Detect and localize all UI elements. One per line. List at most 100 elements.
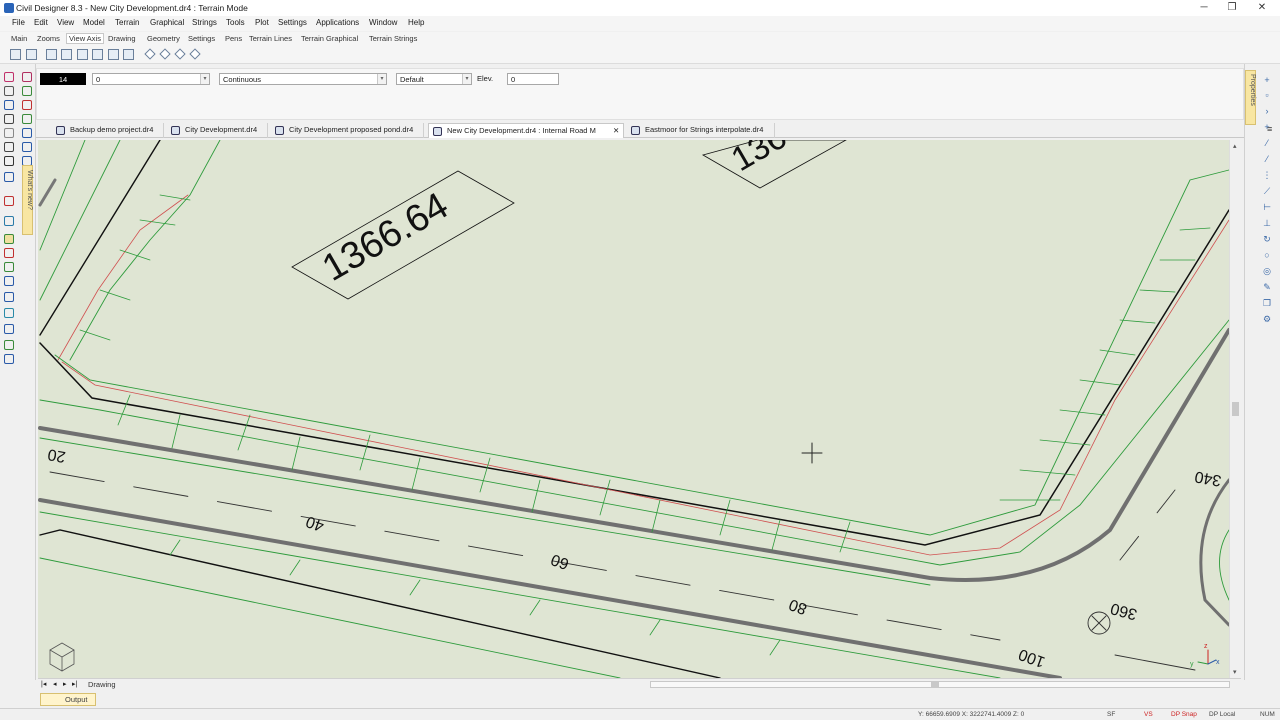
menu-tools[interactable]: Tools — [226, 18, 245, 27]
whats-new-tab[interactable]: What's new? — [22, 165, 33, 235]
select-tool-icon[interactable] — [22, 72, 32, 82]
table-icon[interactable] — [4, 324, 14, 334]
ribbon-tab-drawing[interactable]: Drawing — [106, 34, 138, 43]
vertical-scroll-thumb[interactable] — [1232, 402, 1239, 416]
ribbon-tab-zooms[interactable]: Zooms — [35, 34, 62, 43]
iso-view-3-icon[interactable] — [174, 48, 186, 60]
first-sheet-icon[interactable]: |◂ — [41, 680, 46, 688]
iso-view-4-icon[interactable] — [189, 48, 201, 60]
next-sheet-icon[interactable]: ▸ — [63, 680, 67, 688]
ribbon-tab-settings[interactable]: Settings — [186, 34, 217, 43]
edit-icon[interactable] — [4, 340, 14, 350]
restore-button[interactable]: ❐ — [1220, 1, 1244, 15]
blocks-icon[interactable] — [22, 128, 32, 138]
scroll-down-icon[interactable]: ▾ — [1233, 668, 1237, 676]
dimension-icon[interactable] — [22, 142, 32, 152]
view-top-icon[interactable] — [108, 49, 119, 60]
scroll-up-icon[interactable]: ▴ — [1233, 142, 1237, 150]
view-left-icon[interactable] — [77, 49, 88, 60]
menu-settings[interactable]: Settings — [278, 18, 307, 27]
pointer-icon[interactable] — [4, 86, 14, 96]
surface-icon[interactable] — [4, 216, 14, 226]
ribbon-tab-terrain-lines[interactable]: Terrain Lines — [247, 34, 294, 43]
minimize-button[interactable]: ─ — [1192, 1, 1216, 15]
volume-icon[interactable] — [4, 276, 14, 286]
pencil-icon[interactable]: ✎ — [1262, 282, 1272, 292]
elev-field[interactable]: 0 — [507, 73, 559, 85]
view-axis-plan-icon[interactable] — [10, 49, 21, 60]
linetype-select[interactable]: Continuous ▾ — [219, 73, 387, 85]
contour-icon[interactable] — [4, 248, 14, 258]
view-back-icon[interactable] — [61, 49, 72, 60]
tab-eastmoor[interactable]: Eastmoor for Strings interpolate.dr4 — [627, 123, 775, 138]
layers-icon[interactable] — [4, 128, 14, 138]
model-icon[interactable] — [4, 234, 14, 244]
polyline-icon[interactable]: ⁄ — [1262, 154, 1272, 164]
menu-strings[interactable]: Strings — [192, 18, 217, 27]
menu-help[interactable]: Help — [408, 18, 424, 27]
plus-icon[interactable]: + — [1262, 75, 1272, 85]
pen-tool-icon[interactable] — [4, 72, 14, 82]
measure-icon[interactable] — [4, 114, 14, 124]
iso-view-2-icon[interactable] — [159, 48, 171, 60]
status-sf[interactable]: SF — [1107, 711, 1115, 718]
output-tab[interactable]: Output — [40, 693, 96, 706]
extend-icon[interactable]: ⊢ — [1262, 202, 1272, 212]
pen-number-field[interactable]: 14 — [40, 73, 86, 85]
plot-icon[interactable] — [4, 354, 14, 364]
status-dp-snap[interactable]: DP Snap — [1171, 711, 1197, 718]
string-icon[interactable] — [4, 196, 14, 206]
view-right-icon[interactable] — [92, 49, 103, 60]
drawing-canvas[interactable]: 1366.64 136 20 40 60 80 100 340 360 z y … — [38, 140, 1241, 678]
hatch-icon[interactable] — [4, 142, 14, 152]
vertical-scrollbar[interactable]: ▴ ▾ — [1229, 140, 1241, 678]
status-vs[interactable]: VS — [1144, 711, 1153, 718]
section-icon[interactable] — [4, 292, 14, 302]
status-dp-local[interactable]: DP Local — [1209, 711, 1235, 718]
arrow-right-icon[interactable]: › — [1262, 106, 1272, 116]
trim-icon[interactable]: ⟋ — [1262, 186, 1272, 196]
ribbon-tab-terrain-graphical[interactable]: Terrain Graphical — [299, 34, 360, 43]
line-icon[interactable]: ⁄ — [1262, 138, 1272, 148]
tab-backup-demo[interactable]: Backup demo project.dr4 — [52, 123, 164, 138]
tee-icon[interactable]: ⊥ — [1262, 218, 1272, 228]
profile-icon[interactable] — [4, 308, 14, 318]
settings-icon[interactable]: ⚙ — [1262, 314, 1272, 324]
ribbon-tab-geometry[interactable]: Geometry — [145, 34, 182, 43]
menu-file[interactable]: File — [12, 18, 25, 27]
horizontal-scroll-thumb[interactable] — [931, 682, 939, 687]
view-front-icon[interactable] — [46, 49, 57, 60]
menu-terrain[interactable]: Terrain — [115, 18, 139, 27]
text-tool-icon[interactable] — [4, 100, 14, 110]
terrain-icon[interactable] — [22, 86, 32, 96]
er-icon[interactable] — [4, 156, 14, 166]
properties-tab[interactable]: Properties — [1245, 70, 1256, 125]
chevron-down-icon[interactable]: ▾ — [377, 74, 386, 84]
report-icon[interactable] — [4, 172, 14, 182]
tab-city-development[interactable]: City Development.dr4 — [167, 123, 268, 138]
ribbon-tab-main[interactable]: Main — [9, 34, 29, 43]
window-icon[interactable]: ▫ — [1262, 90, 1272, 100]
slope-icon[interactable] — [4, 262, 14, 272]
close-button[interactable]: ✕ — [1250, 1, 1274, 15]
ribbon-tab-pens[interactable]: Pens — [223, 34, 244, 43]
tab-city-development-pond[interactable]: City Development proposed pond.dr4 — [271, 123, 424, 138]
layer-select[interactable]: 0 ▾ — [92, 73, 210, 85]
rotate-icon[interactable]: ↻ — [1262, 234, 1272, 244]
menu-model[interactable]: Model — [83, 18, 105, 27]
sheet-tab-drawing[interactable]: Drawing — [88, 680, 116, 689]
triangle-icon[interactable] — [22, 100, 32, 110]
menu-window[interactable]: Window — [369, 18, 397, 27]
grid-icon[interactable] — [22, 114, 32, 124]
last-sheet-icon[interactable]: ▸| — [72, 680, 77, 688]
ribbon-tab-view-axis[interactable]: View Axis — [66, 33, 104, 44]
style-select[interactable]: Default ▾ — [396, 73, 472, 85]
view-bottom-icon[interactable] — [123, 49, 134, 60]
prev-sheet-icon[interactable]: ◂ — [53, 680, 57, 688]
menu-graphical[interactable]: Graphical — [150, 18, 184, 27]
grid-dots-icon[interactable]: ⋮ — [1262, 170, 1272, 180]
chevron-down-icon[interactable]: ▾ — [462, 74, 471, 84]
horizontal-scrollbar[interactable] — [650, 681, 1230, 688]
tab-new-city-development[interactable]: New City Development.dr4 : Internal Road… — [428, 123, 624, 138]
circle-icon[interactable]: ○ — [1262, 250, 1272, 260]
